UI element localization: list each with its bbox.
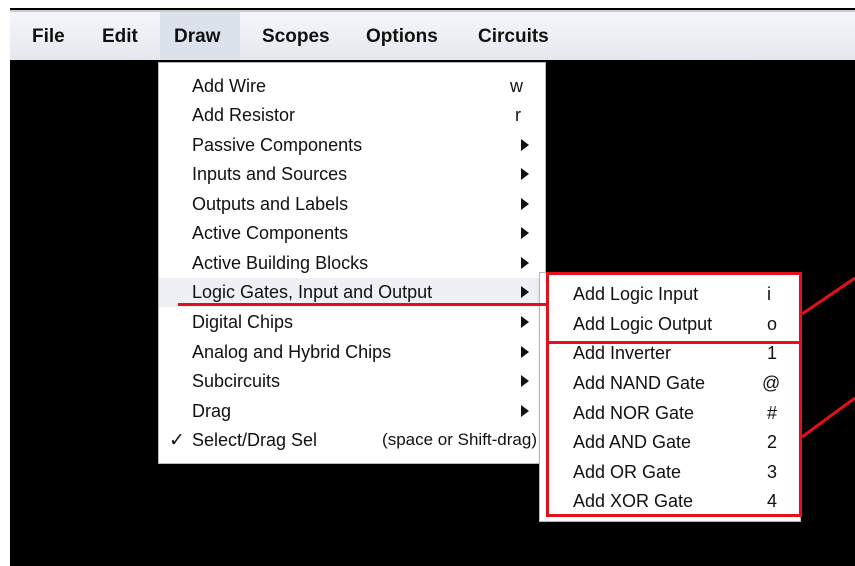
menu-item-drag[interactable]: Drag bbox=[159, 397, 545, 426]
menu-item-active-building-blocks[interactable]: Active Building Blocks bbox=[159, 249, 545, 278]
menu-item-label: Analog and Hybrid Chips bbox=[192, 342, 392, 362]
menu-item-label: Passive Components bbox=[192, 135, 363, 155]
menu-item-label: Drag bbox=[192, 401, 232, 421]
submenu-arrow-icon bbox=[521, 346, 529, 358]
menu-item-label: Logic Gates, Input and Output bbox=[192, 282, 433, 302]
submenu-arrow-icon bbox=[521, 375, 529, 387]
menu-item-active-components[interactable]: Active Components bbox=[159, 219, 545, 248]
menu-item-label: Add NOR Gate bbox=[573, 403, 695, 423]
menu-item-digital-chips[interactable]: Digital Chips bbox=[159, 308, 545, 337]
submenu-item-add-inverter[interactable]: Add Inverter 1 bbox=[540, 339, 800, 368]
menu-item-select-drag-sel[interactable]: ✓ Select/Drag Sel (space or Shift-drag) bbox=[159, 426, 545, 455]
menu-item-label: Add XOR Gate bbox=[573, 491, 694, 511]
menu-item-label: Add OR Gate bbox=[573, 462, 682, 482]
submenu-item-add-logic-input[interactable]: Add Logic Input i bbox=[540, 280, 800, 309]
submenu-item-add-xor-gate[interactable]: Add XOR Gate 4 bbox=[540, 487, 800, 516]
submenu-arrow-icon bbox=[521, 168, 529, 180]
logic-gates-submenu: Add Logic Input i Add Logic Output o Add… bbox=[539, 272, 801, 522]
menu-edit[interactable]: Edit bbox=[88, 12, 152, 60]
shortcut-label: 2 bbox=[767, 432, 778, 452]
shortcut-label: 3 bbox=[767, 462, 778, 482]
submenu-arrow-icon bbox=[521, 227, 529, 239]
submenu-item-add-and-gate[interactable]: Add AND Gate 2 bbox=[540, 428, 800, 457]
menu-item-label: Outputs and Labels bbox=[192, 194, 349, 214]
submenu-arrow-icon bbox=[521, 405, 529, 417]
checkmark-icon: ✓ bbox=[169, 430, 185, 451]
menu-item-subcircuits[interactable]: Subcircuits bbox=[159, 367, 545, 396]
menu-item-label: Digital Chips bbox=[192, 312, 294, 332]
menu-item-label: Subcircuits bbox=[192, 371, 281, 391]
submenu-arrow-icon bbox=[521, 257, 529, 269]
menu-item-outputs-and-labels[interactable]: Outputs and Labels bbox=[159, 190, 545, 219]
menu-item-label: Select/Drag Sel bbox=[192, 430, 318, 450]
menu-circuits[interactable]: Circuits bbox=[464, 12, 563, 60]
draw-menu-dropdown: Add Wire w Add Resistor r Passive Compon… bbox=[158, 62, 546, 464]
menu-item-inputs-and-sources[interactable]: Inputs and Sources bbox=[159, 160, 545, 189]
menu-item-label: Add Logic Input bbox=[573, 284, 699, 304]
menu-item-label: Active Components bbox=[192, 223, 349, 243]
shortcut-label: # bbox=[767, 403, 778, 423]
menu-item-add-wire[interactable]: Add Wire w bbox=[159, 72, 545, 101]
shortcut-label: 1 bbox=[767, 343, 778, 363]
submenu-arrow-icon bbox=[521, 139, 529, 151]
menu-draw[interactable]: Draw bbox=[160, 12, 240, 60]
submenu-arrow-icon bbox=[521, 316, 529, 328]
shortcut-label: @ bbox=[762, 373, 781, 393]
menu-item-label: Add Wire bbox=[192, 76, 267, 96]
submenu-arrow-icon bbox=[521, 198, 529, 210]
menu-item-label: Inputs and Sources bbox=[192, 164, 348, 184]
menu-item-add-resistor[interactable]: Add Resistor r bbox=[159, 101, 545, 130]
submenu-item-add-logic-output[interactable]: Add Logic Output o bbox=[540, 310, 800, 339]
menu-item-logic-gates[interactable]: Logic Gates, Input and Output bbox=[159, 278, 545, 307]
menu-bar: File Edit Draw Scopes Options Circuits bbox=[10, 10, 855, 60]
menu-scopes[interactable]: Scopes bbox=[248, 12, 344, 60]
menu-item-label: Add Resistor bbox=[192, 105, 296, 125]
submenu-arrow-icon bbox=[521, 286, 529, 298]
menu-item-passive-components[interactable]: Passive Components bbox=[159, 131, 545, 160]
shortcut-label: o bbox=[767, 314, 778, 334]
menu-options[interactable]: Options bbox=[352, 12, 452, 60]
menu-item-label: Active Building Blocks bbox=[192, 253, 369, 273]
shortcut-label: 4 bbox=[767, 491, 778, 511]
menu-item-label: Add AND Gate bbox=[573, 432, 692, 452]
menu-item-label: Add NAND Gate bbox=[573, 373, 706, 393]
shortcut-label: r bbox=[515, 105, 521, 125]
submenu-item-add-nor-gate[interactable]: Add NOR Gate # bbox=[540, 399, 800, 428]
menu-item-label: Add Inverter bbox=[573, 343, 672, 363]
submenu-item-add-or-gate[interactable]: Add OR Gate 3 bbox=[540, 458, 800, 487]
shortcut-label: (space or Shift-drag) bbox=[382, 430, 537, 449]
shortcut-label: i bbox=[767, 284, 771, 304]
submenu-item-add-nand-gate[interactable]: Add NAND Gate @ bbox=[540, 369, 800, 398]
menu-file[interactable]: File bbox=[18, 12, 79, 60]
menu-item-analog-hybrid-chips[interactable]: Analog and Hybrid Chips bbox=[159, 338, 545, 367]
menu-item-label: Add Logic Output bbox=[573, 314, 713, 334]
shortcut-label: w bbox=[510, 76, 523, 96]
